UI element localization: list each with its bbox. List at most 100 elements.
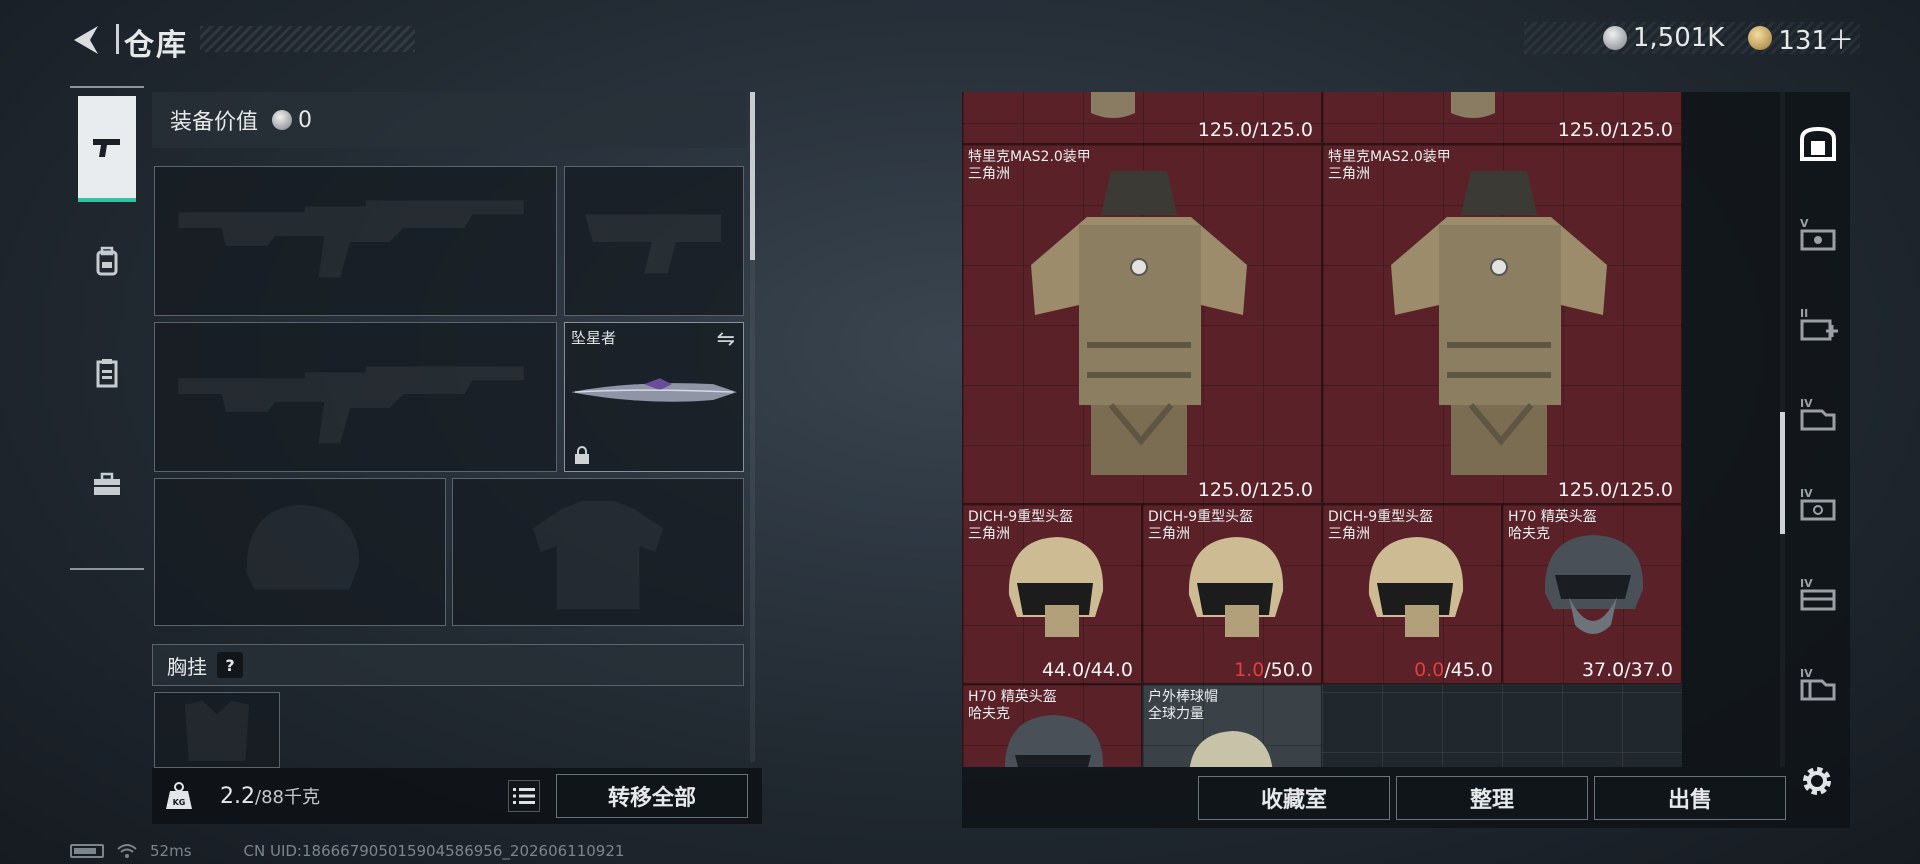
primary-weapon-slot[interactable] — [154, 166, 557, 316]
item-name: DICH-9重型头盔 三角洲 — [968, 509, 1074, 542]
item-name: 特里克MAS2.0装甲 三角洲 — [968, 149, 1091, 182]
armor-silhouette-icon — [532, 500, 664, 610]
tab-container-iv-a[interactable]: IV — [1796, 392, 1840, 436]
storage-item[interactable]: 特里克MAS2.0装甲 三角洲 125.0/125.0 — [962, 144, 1322, 504]
item-name: H70 精英头盔 哈夫克 — [968, 689, 1057, 722]
body-armor-slot[interactable] — [452, 478, 744, 626]
chest-rig-slot[interactable] — [154, 692, 280, 768]
organize-button[interactable]: 整理 — [1396, 776, 1588, 820]
weight-kg-icon: KG — [166, 782, 192, 809]
backpack-icon — [96, 246, 118, 276]
equipment-value: 0 — [298, 107, 313, 133]
wifi-icon — [117, 844, 137, 858]
tab-container-iv-b[interactable]: IV — [1796, 482, 1840, 526]
sidearm-slot[interactable] — [564, 166, 744, 316]
melee-slot[interactable]: 坠星者 ⇋ — [564, 322, 744, 472]
tab-backpack[interactable] — [78, 208, 136, 314]
iv-crate-icon: IV — [1800, 667, 1836, 701]
transfer-all-button[interactable]: 转移全部 — [556, 774, 748, 818]
clipboard-icon — [96, 359, 118, 388]
collection-room-button[interactable]: 收藏室 — [1198, 776, 1390, 820]
svg-text:KG: KG — [173, 798, 186, 807]
sell-button[interactable]: 出售 — [1594, 776, 1786, 820]
silver-coin-icon — [272, 110, 293, 130]
iv-box-icon: IV — [1800, 577, 1836, 611]
helmet-icon — [1368, 537, 1464, 637]
storage-item[interactable]: 125.0/125.0 — [1322, 92, 1682, 144]
loadout-side-tabs — [70, 86, 144, 570]
help-icon[interactable]: ? — [217, 652, 243, 678]
secondary-weapon-slot[interactable] — [154, 322, 557, 472]
tab-container-v[interactable]: V — [1796, 212, 1840, 256]
tab-safe[interactable] — [1796, 122, 1840, 166]
item-durability: 125.0/125.0 — [1197, 119, 1313, 141]
storage-panel: 125.0/125.0 125.0/125.0 特里克MAS2.0装甲 三角洲 1… — [962, 92, 1850, 828]
storage-grid: 125.0/125.0 125.0/125.0 特里克MAS2.0装甲 三角洲 1… — [962, 92, 1682, 767]
chest-rig-label: 胸挂 — [167, 654, 207, 679]
storage-item[interactable]: DICH-9重型头盔 三角洲 1.0/50.0 — [1142, 504, 1322, 684]
silver-currency[interactable]: 1,501K — [1602, 23, 1725, 53]
item-durability: 125.0/125.0 — [1557, 119, 1673, 141]
item-name: DICH-9重型头盔 三角洲 — [1328, 509, 1434, 542]
helmet-slot[interactable] — [154, 478, 446, 626]
item-durability: 37.0/37.0 — [1581, 659, 1673, 681]
tab-container-ii[interactable]: II — [1796, 302, 1840, 346]
title-decoration — [200, 26, 415, 52]
tab-chest-rig[interactable] — [78, 320, 136, 426]
armor-thumbnail — [1451, 92, 1495, 118]
settings-gear-icon[interactable] — [1798, 762, 1836, 800]
pistol-silhouette-icon — [584, 214, 722, 274]
svg-text:IV: IV — [1800, 397, 1813, 410]
silver-amount: 1,501K — [1632, 23, 1725, 53]
storage-item[interactable]: 特里克MAS2.0装甲 三角洲 125.0/125.0 — [1322, 144, 1682, 504]
tab-container-iv-d[interactable]: IV — [1796, 662, 1840, 706]
storage-item[interactable]: H70 精英头盔 哈夫克 37.0/37.0 — [1502, 504, 1682, 684]
storage-item[interactable]: 户外棒球帽 全球力量 — [1142, 684, 1322, 767]
tab-container-iv-c[interactable]: IV — [1796, 572, 1840, 616]
item-durability: 125.0/125.0 — [1557, 479, 1673, 501]
loadout-scroll-thumb[interactable] — [750, 92, 755, 260]
ii-medkit-icon: II — [1800, 307, 1838, 341]
chest-rig-header: 胸挂 ? — [152, 644, 744, 686]
item-name: 特里克MAS2.0装甲 三角洲 — [1328, 149, 1451, 182]
equipment-value-row: 装备价值 0 — [152, 92, 746, 148]
currency-bar: 1,501K 131＋ — [1524, 20, 1860, 57]
tab-weapons[interactable] — [78, 96, 136, 202]
iv-case-icon: IV — [1800, 487, 1836, 521]
vest-silhouette-icon — [184, 700, 250, 762]
silver-coin-icon — [1602, 26, 1627, 50]
storage-item[interactable]: DICH-9重型头盔 三角洲 0.0/45.0 — [1322, 504, 1502, 684]
body-armor-icon — [1391, 171, 1607, 475]
svg-text:IV: IV — [1800, 577, 1813, 590]
storage-item[interactable]: 125.0/125.0 — [962, 92, 1322, 144]
uid-readout: CN UID:1866679050159045869​56_2026061109… — [243, 842, 625, 860]
helmet-icon — [1188, 537, 1284, 637]
gold-currency[interactable]: 131＋ — [1748, 20, 1854, 57]
item-name: DICH-9重型头盔 三角洲 — [1148, 509, 1254, 542]
star-falling-knife-icon — [571, 378, 737, 402]
list-view-button[interactable] — [508, 780, 540, 812]
svg-text:IV: IV — [1800, 667, 1813, 680]
body-armor-icon — [1031, 171, 1247, 475]
back-arrow-icon[interactable] — [70, 22, 106, 58]
weight-current: 2.2 — [220, 784, 255, 809]
armor-thumbnail — [1091, 92, 1135, 118]
storage-item[interactable]: DICH-9重型头盔 三角洲 44.0/44.0 — [962, 504, 1142, 684]
battery-icon — [70, 844, 104, 858]
storage-container-tabs: V II IV IV IV IV — [1788, 92, 1846, 764]
storage-item[interactable]: H70 精英头盔 哈夫克 — [962, 684, 1142, 767]
pistol-icon — [93, 139, 120, 157]
weight-bar: KG 2.2/88千克 转移全部 — [152, 768, 762, 824]
gold-coin-icon — [1748, 26, 1773, 50]
tab-items[interactable] — [78, 432, 136, 538]
lock-icon — [575, 446, 589, 464]
item-durability: 44.0/44.0 — [1041, 659, 1133, 681]
storage-scroll-thumb[interactable] — [1780, 412, 1785, 534]
svg-text:IV: IV — [1800, 487, 1813, 500]
status-line: 52ms CN UID:1866679050159045869​56_20260… — [70, 842, 624, 860]
helmet-icon — [1008, 537, 1104, 637]
svg-text:V: V — [1800, 217, 1809, 230]
equipment-value-label: 装备价值 — [170, 110, 259, 135]
item-durability: 1.0/50.0 — [1234, 659, 1313, 681]
loadout-panel: 装备价值 0 坠星者 ⇋ 胸挂 ? KG 2.2/88千克 转移全部 — [152, 92, 762, 828]
